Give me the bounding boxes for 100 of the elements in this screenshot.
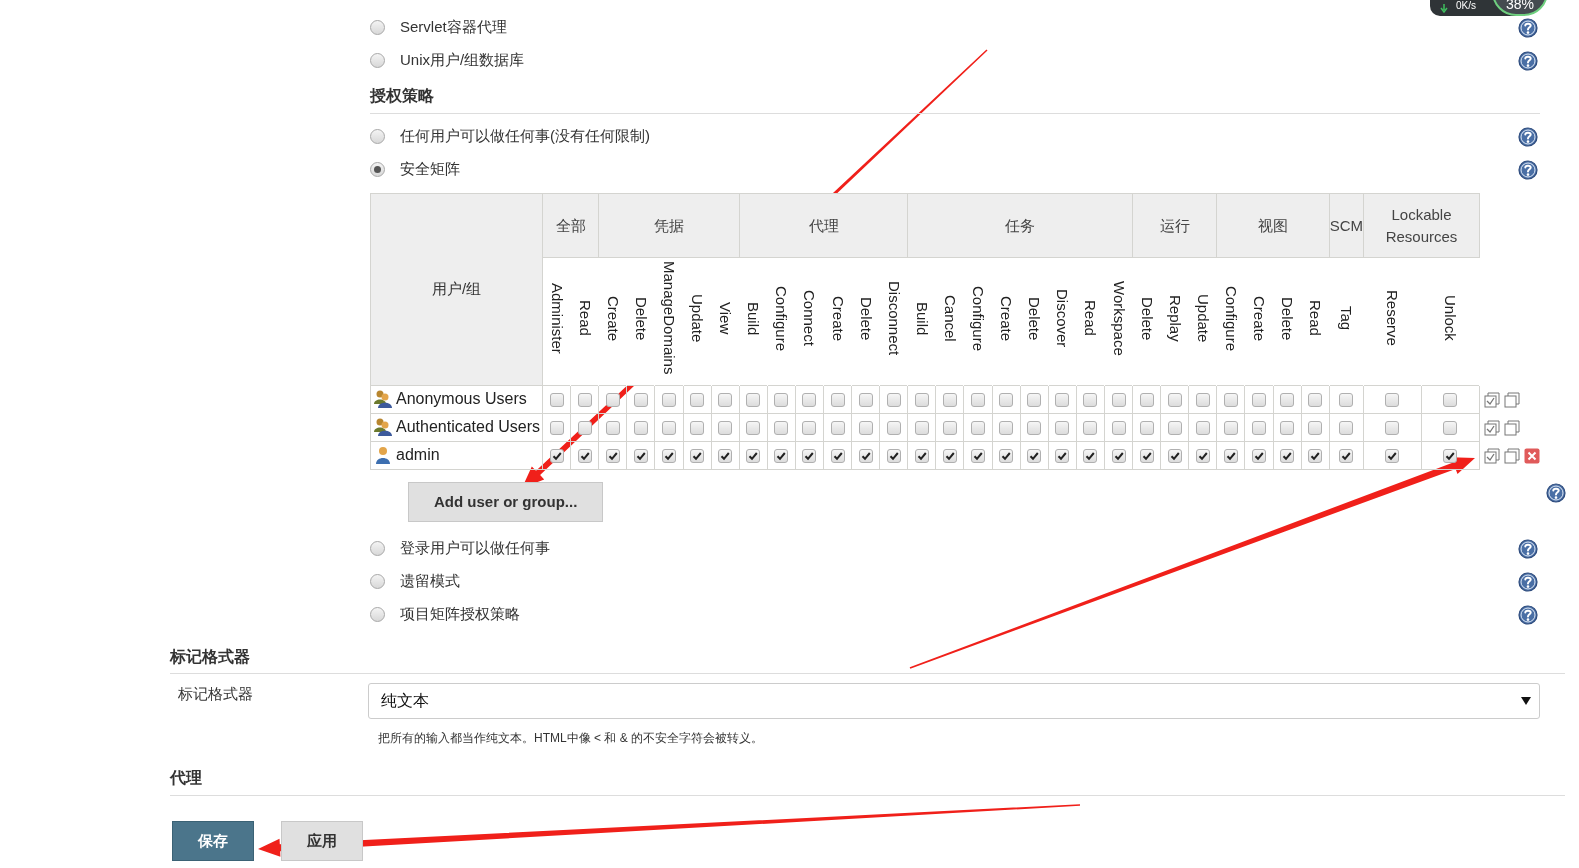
checkbox[interactable] <box>633 449 648 464</box>
help-icon[interactable] <box>1518 50 1538 71</box>
checkbox[interactable] <box>1027 393 1042 407</box>
checkbox[interactable] <box>971 421 986 436</box>
save-button[interactable]: 保存 <box>172 821 254 861</box>
checkbox[interactable] <box>718 449 733 464</box>
radio-button[interactable] <box>370 607 385 622</box>
checkbox[interactable] <box>1083 421 1098 436</box>
checkbox[interactable] <box>1308 393 1323 407</box>
checkbox[interactable] <box>1139 449 1154 464</box>
checkbox[interactable] <box>971 393 986 407</box>
select-all-icon[interactable] <box>1484 420 1500 436</box>
checkbox[interactable] <box>1223 449 1238 464</box>
checkbox[interactable] <box>1083 449 1098 464</box>
help-icon[interactable] <box>1518 126 1538 147</box>
checkbox[interactable] <box>802 421 817 436</box>
apply-button[interactable]: 应用 <box>281 821 363 861</box>
checkbox[interactable] <box>1280 393 1295 407</box>
radio-button[interactable] <box>370 129 385 144</box>
checkbox[interactable] <box>999 421 1014 436</box>
checkbox[interactable] <box>1167 449 1182 464</box>
checkbox[interactable] <box>1167 421 1182 436</box>
unselect-all-icon[interactable] <box>1504 448 1520 464</box>
checkbox[interactable] <box>1308 449 1323 464</box>
checkbox[interactable] <box>914 421 929 436</box>
add-user-button[interactable]: Add user or group... <box>408 482 604 522</box>
select-field[interactable]: 纯文本 <box>368 683 1540 719</box>
checkbox[interactable] <box>886 393 901 407</box>
checkbox[interactable] <box>1055 421 1070 436</box>
radio-button[interactable] <box>370 541 385 556</box>
checkbox[interactable] <box>1083 393 1098 407</box>
checkbox[interactable] <box>858 421 873 436</box>
checkbox[interactable] <box>1339 449 1354 464</box>
checkbox[interactable] <box>605 421 620 436</box>
checkbox[interactable] <box>1339 421 1354 436</box>
radio-button[interactable] <box>370 162 385 177</box>
checkbox[interactable] <box>1139 393 1154 407</box>
checkbox[interactable] <box>1027 421 1042 436</box>
checkbox[interactable] <box>746 449 761 464</box>
checkbox[interactable] <box>774 393 789 407</box>
help-icon[interactable] <box>1518 604 1538 625</box>
checkbox[interactable] <box>1385 393 1400 407</box>
radio-button[interactable] <box>370 53 385 68</box>
checkbox[interactable] <box>1251 449 1266 464</box>
checkbox[interactable] <box>718 421 733 436</box>
delete-icon[interactable] <box>1524 448 1540 464</box>
checkbox[interactable] <box>1055 393 1070 407</box>
help-icon[interactable] <box>1518 159 1538 180</box>
checkbox[interactable] <box>1443 421 1458 436</box>
checkbox[interactable] <box>1055 449 1070 464</box>
checkbox[interactable] <box>1280 421 1295 436</box>
checkbox[interactable] <box>1167 393 1182 407</box>
radio-button[interactable] <box>370 574 385 589</box>
checkbox[interactable] <box>577 449 592 464</box>
checkbox[interactable] <box>914 393 929 407</box>
checkbox[interactable] <box>886 421 901 436</box>
checkbox[interactable] <box>662 421 676 436</box>
checkbox[interactable] <box>1308 421 1323 436</box>
help-icon[interactable] <box>1546 483 1566 503</box>
checkbox[interactable] <box>830 393 845 407</box>
checkbox[interactable] <box>802 449 817 464</box>
checkbox[interactable] <box>549 421 564 436</box>
checkbox[interactable] <box>830 449 845 464</box>
checkbox[interactable] <box>577 393 592 407</box>
checkbox[interactable] <box>718 393 733 407</box>
checkbox[interactable] <box>999 449 1014 464</box>
checkbox[interactable] <box>1223 393 1238 407</box>
checkbox[interactable] <box>830 421 845 436</box>
checkbox[interactable] <box>942 449 957 464</box>
checkbox[interactable] <box>662 449 676 464</box>
checkbox[interactable] <box>914 449 929 464</box>
checkbox[interactable] <box>942 421 957 436</box>
checkbox[interactable] <box>1195 421 1210 436</box>
checkbox[interactable] <box>605 449 620 464</box>
checkbox[interactable] <box>746 393 761 407</box>
checkbox[interactable] <box>1443 449 1458 464</box>
checkbox[interactable] <box>774 421 789 436</box>
checkbox[interactable] <box>1443 393 1458 407</box>
checkbox[interactable] <box>1111 421 1126 436</box>
radio-button[interactable] <box>370 20 385 35</box>
checkbox[interactable] <box>690 393 705 407</box>
checkbox[interactable] <box>1251 421 1266 436</box>
checkbox[interactable] <box>549 393 564 407</box>
checkbox[interactable] <box>662 393 676 407</box>
help-icon[interactable] <box>1518 571 1538 592</box>
checkbox[interactable] <box>690 421 705 436</box>
checkbox[interactable] <box>942 393 957 407</box>
checkbox[interactable] <box>1111 449 1126 464</box>
checkbox[interactable] <box>1385 449 1400 464</box>
checkbox[interactable] <box>549 449 564 464</box>
checkbox[interactable] <box>746 421 761 436</box>
checkbox[interactable] <box>1139 421 1154 436</box>
checkbox[interactable] <box>605 393 620 407</box>
checkbox[interactable] <box>858 393 873 407</box>
unselect-all-icon[interactable] <box>1504 392 1520 408</box>
select-all-icon[interactable] <box>1484 392 1500 408</box>
checkbox[interactable] <box>774 449 789 464</box>
help-icon[interactable] <box>1518 538 1538 559</box>
unselect-all-icon[interactable] <box>1504 420 1520 436</box>
help-icon[interactable] <box>1518 17 1538 38</box>
